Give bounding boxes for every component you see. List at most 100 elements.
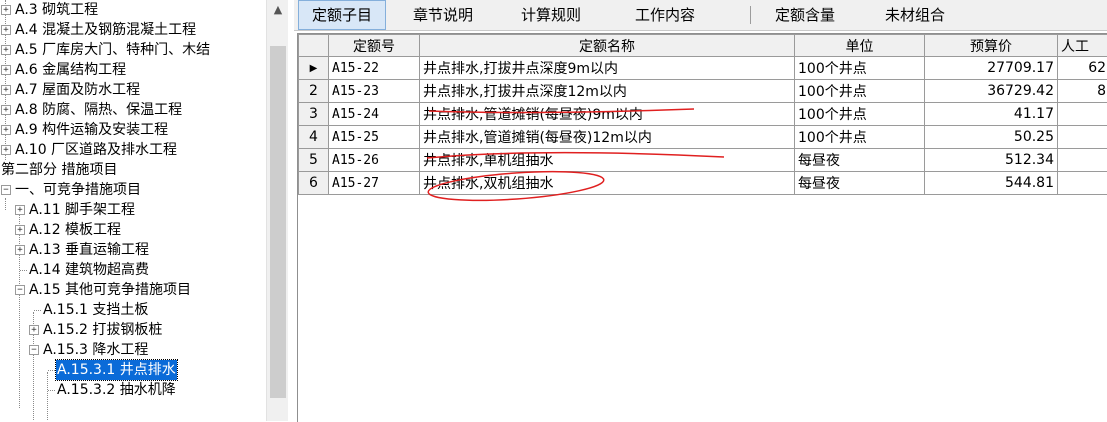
tree-item-a4[interactable]: + A.4 混凝土及钢筋混凝土工程 [0, 20, 197, 40]
cell-name[interactable]: 井点排水,双机组抽水 [420, 172, 795, 195]
tree-item-a3[interactable]: + A.3 砌筑工程 [0, 0, 99, 20]
cell-code[interactable]: A15-23 [329, 80, 420, 103]
expand-plus-icon[interactable]: + [1, 125, 11, 135]
tree-item-a14[interactable]: A.14 建筑物超高费 [0, 260, 150, 280]
scroll-up-arrow-icon[interactable]: ▲ [267, 0, 289, 20]
tab-calc-rules[interactable]: 计算规则 [510, 0, 592, 30]
cell-unit[interactable]: 每昼夜 [795, 149, 925, 172]
table-row[interactable]: 6 A15-27 井点排水,双机组抽水 每昼夜 544.81 [299, 172, 1107, 195]
tree-item-label: A.10 厂区道路及排水工程 [14, 140, 178, 160]
scrollbar-thumb[interactable] [270, 46, 286, 398]
column-header-name[interactable]: 定额名称 [420, 35, 795, 57]
table-row[interactable]: 2 A15-23 井点排水,打拔井点深度12m以内 100个井点 36729.4… [299, 80, 1107, 103]
cell-code[interactable]: A15-27 [329, 172, 420, 195]
cell-code[interactable]: A15-24 [329, 103, 420, 126]
cell-labor[interactable] [1058, 103, 1107, 126]
current-row-arrow-icon: ▶ [299, 57, 329, 80]
cell-name[interactable]: 井点排水,单机组抽水 [420, 149, 795, 172]
tree-item-a15-3-2[interactable]: A.15.3.2 抽水机降 [0, 380, 177, 400]
cell-unit[interactable]: 100个井点 [795, 126, 925, 149]
expand-plus-icon[interactable]: + [1, 105, 11, 115]
cell-labor[interactable] [1058, 172, 1107, 195]
tree-item-competitive[interactable]: − 一、可竞争措施项目 [0, 180, 142, 200]
cell-unit[interactable]: 100个井点 [795, 80, 925, 103]
tree-line [34, 310, 41, 311]
column-header-price[interactable]: 预算价 [925, 35, 1058, 57]
tree-item-a15-3-1[interactable]: A.15.3.1 井点排水 [0, 360, 177, 380]
expand-plus-icon[interactable]: + [1, 145, 11, 155]
tree-item-label: A.15.1 支挡土板 [42, 300, 149, 320]
cell-name[interactable]: 井点排水,管道摊销(每昼夜)9m以内 [420, 103, 795, 126]
tab-bar: 定额子目 章节说明 计算规则 工作内容 定额含量 未材组合 [294, 0, 1107, 31]
tab-chapter-notes[interactable]: 章节说明 [402, 0, 484, 30]
cell-name[interactable]: 井点排水,打拔井点深度9m以内 [420, 57, 795, 80]
tree-scrollbar[interactable]: ▲ [266, 0, 289, 421]
tree-item-a5[interactable]: + A.5 厂库房大门、特种门、木结 [0, 40, 211, 60]
expand-plus-icon[interactable]: + [1, 5, 11, 15]
expand-plus-icon[interactable]: + [1, 85, 11, 95]
tree-item-label: A.14 建筑物超高费 [28, 260, 150, 280]
expand-plus-icon[interactable]: + [1, 65, 11, 75]
tree-item-label: A.5 厂库房大门、特种门、木结 [14, 40, 211, 60]
tree-item-label: A.15.3 降水工程 [42, 340, 149, 360]
tab-quota-items[interactable]: 定额子目 [298, 0, 386, 30]
tree-item-part2[interactable]: 第二部分 措施项目 [0, 160, 118, 180]
tree-item-a15[interactable]: − A.15 其他可竞争措施项目 [0, 280, 192, 300]
cell-code[interactable]: A15-22 [329, 57, 420, 80]
column-header-code[interactable]: 定额号 [329, 35, 420, 57]
row-number: 4 [299, 126, 329, 149]
table-row[interactable]: 5 A15-26 井点排水,单机组抽水 每昼夜 512.34 [299, 149, 1107, 172]
expand-plus-icon[interactable]: + [1, 25, 11, 35]
cell-labor[interactable]: 623 [1058, 57, 1107, 80]
cell-price[interactable]: 512.34 [925, 149, 1058, 172]
cell-price[interactable]: 50.25 [925, 126, 1058, 149]
tree-line [48, 370, 55, 371]
cell-code[interactable]: A15-25 [329, 126, 420, 149]
quota-pane: 定额子目 章节说明 计算规则 工作内容 定额含量 未材组合 定额号 定额名称 单… [294, 0, 1107, 421]
column-header-labor[interactable]: 人工 [1058, 35, 1107, 57]
cell-unit[interactable]: 100个井点 [795, 103, 925, 126]
cell-unit[interactable]: 100个井点 [795, 57, 925, 80]
cell-labor[interactable]: 82 [1058, 80, 1107, 103]
tree-item-a10[interactable]: + A.10 厂区道路及排水工程 [0, 140, 178, 160]
tree-item-a15-2[interactable]: + A.15.2 打拔钢板桩 [0, 320, 163, 340]
cell-price[interactable]: 27709.17 [925, 57, 1058, 80]
cell-unit[interactable]: 每昼夜 [795, 172, 925, 195]
tree-item-a15-3[interactable]: − A.15.3 降水工程 [0, 340, 149, 360]
expand-plus-icon[interactable]: + [15, 205, 25, 215]
tree-item-a11[interactable]: + A.11 脚手架工程 [0, 200, 136, 220]
cell-name[interactable]: 井点排水,管道摊销(每昼夜)12m以内 [420, 126, 795, 149]
cell-code[interactable]: A15-26 [329, 149, 420, 172]
table-row[interactable]: 4 A15-25 井点排水,管道摊销(每昼夜)12m以内 100个井点 50.2… [299, 126, 1107, 149]
cell-price[interactable]: 36729.42 [925, 80, 1058, 103]
collapse-minus-icon[interactable]: − [29, 345, 39, 355]
tree-item-a7[interactable]: + A.7 屋面及防水工程 [0, 80, 141, 100]
table-header-row: 定额号 定额名称 单位 预算价 人工 [299, 35, 1107, 57]
table-row[interactable]: ▶ A15-22 井点排水,打拔井点深度9m以内 100个井点 27709.17… [299, 57, 1107, 80]
table-row[interactable]: 3 A15-24 井点排水,管道摊销(每昼夜)9m以内 100个井点 41.17 [299, 103, 1107, 126]
cell-price[interactable]: 544.81 [925, 172, 1058, 195]
expand-plus-icon[interactable]: + [15, 245, 25, 255]
collapse-minus-icon[interactable]: − [1, 185, 11, 195]
tab-work-content[interactable]: 工作内容 [624, 0, 706, 30]
collapse-minus-icon[interactable]: − [15, 285, 25, 295]
tab-quota-content[interactable]: 定额含量 [764, 0, 846, 30]
expand-plus-icon[interactable]: + [15, 225, 25, 235]
tree-item-a15-1[interactable]: A.15.1 支挡土板 [0, 300, 149, 320]
column-header-unit[interactable]: 单位 [795, 35, 925, 57]
expand-plus-icon[interactable]: + [29, 325, 39, 335]
tree-item-a13[interactable]: + A.13 垂直运输工程 [0, 240, 150, 260]
cell-price[interactable]: 41.17 [925, 103, 1058, 126]
tree-item-a6[interactable]: + A.6 金属结构工程 [0, 60, 127, 80]
tree-item-a8[interactable]: + A.8 防腐、隔热、保温工程 [0, 100, 183, 120]
tree-item-label: A.11 脚手架工程 [28, 200, 136, 220]
quota-table: 定额号 定额名称 单位 预算价 人工 ▶ A15-22 井点排水,打拔井点深度9… [298, 34, 1107, 195]
cell-labor[interactable] [1058, 149, 1107, 172]
cell-labor[interactable] [1058, 126, 1107, 149]
tree-item-a9[interactable]: + A.9 构件运输及安装工程 [0, 120, 169, 140]
column-header-row-index [299, 35, 329, 57]
tab-material-combo[interactable]: 未材组合 [874, 0, 956, 30]
cell-name[interactable]: 井点排水,打拔井点深度12m以内 [420, 80, 795, 103]
tree-item-a12[interactable]: + A.12 模板工程 [0, 220, 122, 240]
expand-plus-icon[interactable]: + [1, 45, 11, 55]
